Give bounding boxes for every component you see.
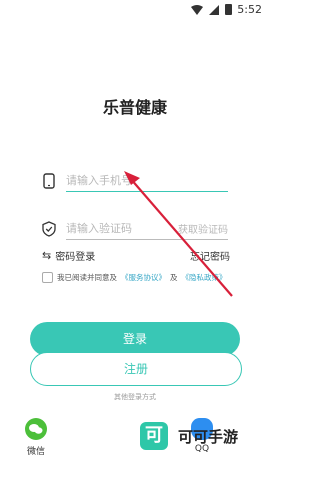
swap-icon: ⇆ — [42, 249, 52, 262]
login-options: ⇆ 密码登录 忘记密码 — [42, 248, 230, 264]
wechat-label: 微信 — [26, 447, 45, 457]
agreement-joiner: 及 — [170, 272, 178, 282]
get-code-button[interactable]: 获取验证码 — [178, 221, 228, 236]
phone-icon — [43, 173, 55, 189]
other-login-label: 其他登录方式 — [114, 393, 156, 401]
code-field: 获取验证码 — [42, 218, 228, 240]
code-input[interactable] — [66, 218, 166, 238]
forgot-password-link[interactable]: 忘记密码 — [190, 248, 230, 263]
login-button[interactable]: 登录 — [30, 322, 240, 356]
agreement-checkbox[interactable] — [42, 271, 53, 283]
annotation-arrow — [124, 171, 233, 297]
status-bar: 5:52 — [0, 0, 270, 20]
app-title: 乐普健康 — [102, 98, 167, 117]
phone-input[interactable] — [66, 170, 228, 190]
wechat-login[interactable]: 微信 — [16, 418, 56, 457]
privacy-policy-link[interactable]: 《隐私政策》 — [182, 272, 227, 283]
code-underline — [66, 239, 228, 240]
service-agreement-link[interactable]: 《服务协议》 — [121, 272, 166, 283]
watermark-text: 可可手游 — [178, 427, 239, 446]
status-time: 5:52 — [237, 3, 262, 16]
agreement-row: 我已阅读并同意及 《服务协议》 及 《隐私政策》 — [42, 270, 240, 284]
phone-underline — [66, 190, 228, 192]
agreement-text: 我已阅读并同意及 — [57, 272, 117, 282]
signal-icon — [209, 4, 219, 15]
password-login-link[interactable]: ⇆ 密码登录 — [42, 248, 95, 263]
watermark: 可 可可手游 — [140, 422, 238, 450]
phone-field — [42, 170, 228, 192]
register-button[interactable]: 注册 — [30, 352, 242, 386]
wifi-icon — [191, 4, 203, 15]
wechat-icon — [25, 418, 47, 440]
status-icons — [191, 4, 232, 15]
password-login-label: 密码登录 — [55, 252, 96, 263]
watermark-logo: 可 — [140, 422, 168, 450]
shield-check-icon — [42, 221, 56, 237]
battery-icon — [225, 4, 232, 15]
